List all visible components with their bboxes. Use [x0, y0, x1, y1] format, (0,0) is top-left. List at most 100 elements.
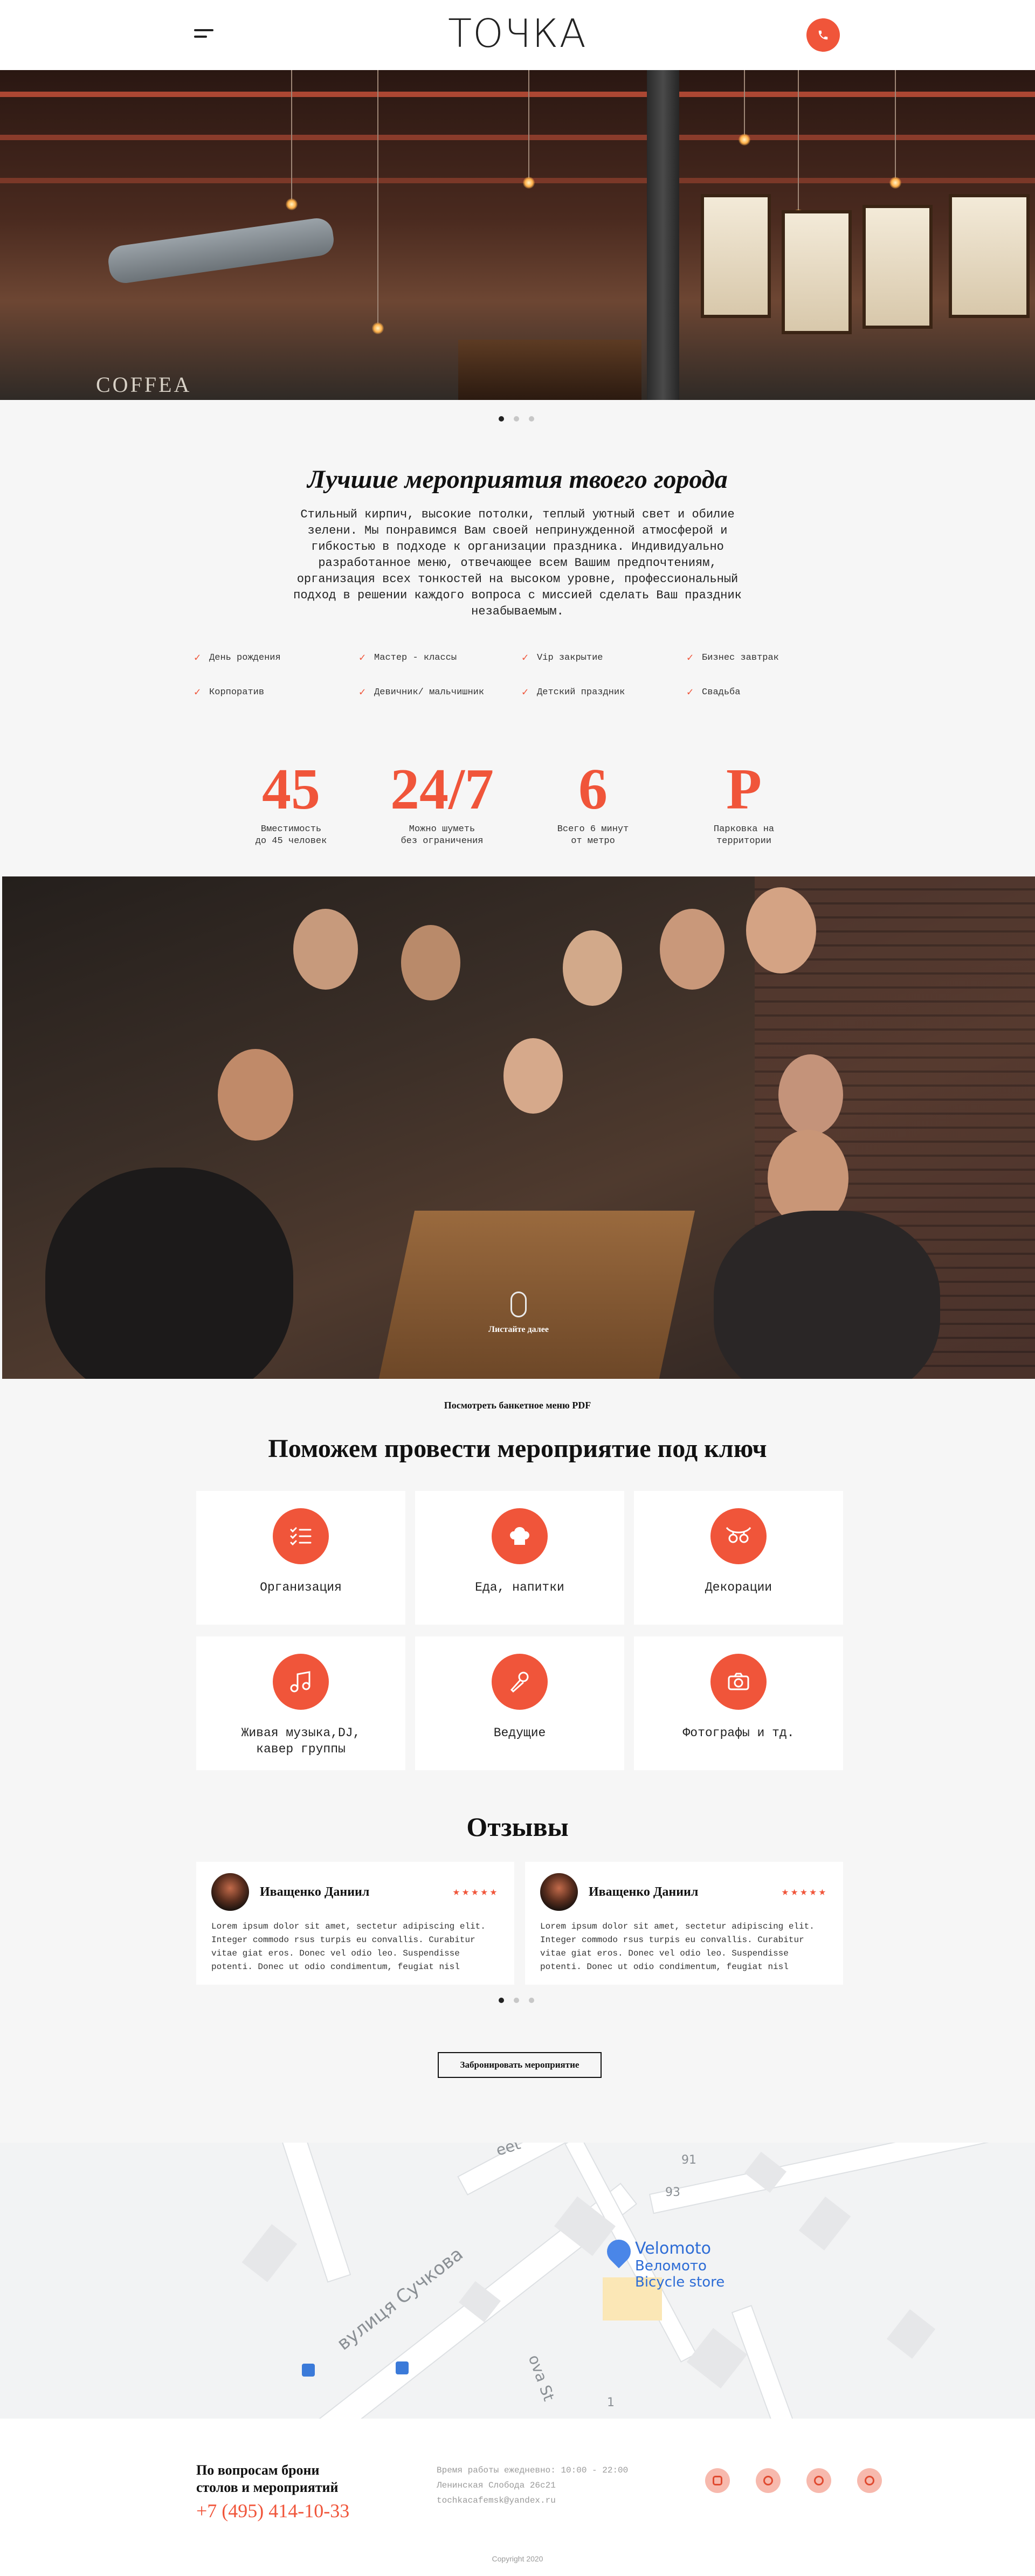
guest — [218, 1049, 293, 1141]
rating-stars-icon: ★★★★★ — [452, 1886, 499, 1899]
ceiling-beam — [0, 178, 1035, 183]
slider-dot[interactable] — [499, 1998, 504, 2003]
service-card-decorations[interactable]: Декорации — [634, 1491, 843, 1625]
feature-item: ✓ Детский праздник — [522, 686, 687, 699]
feature-item: ✓ Свадьба — [687, 686, 852, 699]
slider-dot[interactable] — [499, 416, 504, 422]
email-link[interactable]: tochkacafemsk@yandex.ru — [437, 2493, 628, 2508]
ceiling-beam — [0, 135, 1035, 140]
coffee-sign: COFFEA — [96, 372, 192, 397]
chef-hat-icon — [510, 1527, 529, 1545]
stat-capacity: 45 Вместимость до 45 человек — [216, 761, 367, 847]
lamp-icon — [889, 177, 901, 189]
footer: По вопросам брони столов и мероприятий +… — [0, 2419, 1035, 2576]
whatsapp-icon[interactable] — [806, 2468, 831, 2493]
service-label: Фотографы и тд. — [682, 1726, 795, 1740]
check-icon: ✓ — [687, 687, 694, 699]
menu-board — [782, 210, 852, 334]
service-label: Живая музыка,DJ, кавер группы — [241, 1726, 361, 1756]
about-title: Лучшие мероприятия твоего города — [307, 465, 728, 494]
stat-metro: 6 Всего 6 минут от метро — [518, 761, 668, 847]
banquet-menu-pdf-link[interactable]: Посмотреть банкетное меню PDF — [0, 1400, 1035, 1411]
feature-item: ✓ День рождения — [194, 651, 359, 665]
scroll-hint: Листайте далее — [2, 1292, 1035, 1335]
bus-stop-icon[interactable] — [302, 2364, 315, 2377]
working-hours: Время работы ежедневно: 10:00 - 22:00 — [437, 2465, 629, 2475]
site-logo[interactable]: ТОЧКА — [0, 12, 1035, 55]
services-title: Поможем провести мероприятие под ключ — [268, 1434, 767, 1463]
call-button[interactable] — [806, 18, 840, 52]
menu-board — [862, 205, 933, 329]
stat-parking: P Парковка на территории — [668, 761, 819, 847]
check-icon: ✓ — [359, 687, 366, 699]
guest — [746, 887, 816, 973]
place-label[interactable]: Velomoto Веломото Bicycle store — [635, 2240, 724, 2291]
ventilation-duct — [106, 216, 336, 285]
stat-noise: 24/7 Можно шуметь без ограничения — [367, 761, 518, 847]
review-author: Иващенко Даниил — [589, 1884, 699, 1899]
review-text: Lorem ipsum dolor sit amet, sectetur adi… — [211, 1922, 486, 1972]
stat-number: P — [726, 757, 762, 821]
services-grid: Организация Еда, напитки Декорации Живая… — [196, 1491, 843, 1770]
reviews-slider: Иващенко Даниил ★★★★★ Lorem ipsum dolor … — [196, 1862, 843, 1985]
service-card-organization[interactable]: Организация — [196, 1491, 405, 1625]
address: Ленинская Слобода 26с21 — [437, 2481, 556, 2490]
feature-item: ✓ Девичник/ мальчишник — [359, 686, 522, 699]
menu-board — [701, 194, 771, 318]
slider-dot[interactable] — [514, 1998, 519, 2003]
stat-label: Всего 6 минут от метро — [557, 824, 629, 846]
party-photo: Листайте далее — [2, 876, 1035, 1379]
music-note-icon — [290, 1671, 310, 1693]
service-card-photographers[interactable]: Фотографы и тд. — [634, 1636, 843, 1770]
check-icon: ✓ — [522, 687, 529, 699]
rating-stars-icon: ★★★★★ — [781, 1886, 828, 1899]
review-text: Lorem ipsum dolor sit amet, sectetur adi… — [540, 1922, 815, 1972]
footer-question: По вопросам брони столов и мероприятий — [196, 2462, 339, 2495]
bus-stop-icon[interactable] — [396, 2361, 409, 2374]
book-event-button[interactable]: Забронировать мероприятие — [438, 2052, 602, 2078]
slider-dot[interactable] — [529, 416, 534, 422]
about-text: Стильный кирпич, высокие потолки, теплый… — [293, 508, 742, 618]
stat-label: Вместимость до 45 человек — [255, 824, 327, 846]
review-author: Иващенко Даниил — [260, 1884, 370, 1899]
instagram-icon[interactable] — [705, 2468, 730, 2493]
service-label: Декорации — [705, 1580, 772, 1594]
service-label: Ведущие — [493, 1726, 546, 1740]
stat-label: Парковка на территории — [713, 824, 775, 846]
ceiling-beam — [0, 92, 1035, 97]
slider-dot[interactable] — [529, 1998, 534, 2003]
telegram-icon[interactable] — [756, 2468, 781, 2493]
copyright: Copyright 2020 — [492, 2554, 543, 2563]
stat-label: Можно шуметь без ограничения — [401, 824, 484, 846]
slider-dot[interactable] — [514, 416, 519, 422]
service-label: Еда, напитки — [475, 1580, 564, 1594]
location-map[interactable]: вулиця Сучкова ova St eet 91 93 1 Velomo… — [0, 2143, 1035, 2419]
avatar — [211, 1873, 249, 1911]
check-icon: ✓ — [194, 652, 201, 665]
hero-slider-image: COFFEA — [0, 70, 1035, 400]
check-icon: ✓ — [522, 652, 529, 665]
feature-item: ✓ Бизнес завтрак — [687, 651, 852, 665]
lamp-icon — [286, 198, 298, 210]
guest — [45, 1168, 293, 1379]
reviews-title: Отзывы — [466, 1812, 569, 1842]
stat-number: 24/7 — [390, 757, 494, 821]
microphone-icon — [510, 1672, 529, 1693]
guest — [660, 909, 724, 990]
lamp-icon — [523, 177, 535, 189]
service-label: Организация — [260, 1580, 342, 1594]
mouse-scroll-icon[interactable] — [510, 1292, 527, 1317]
scroll-hint-text: Листайте далее — [488, 1325, 549, 1334]
service-card-music[interactable]: Живая музыка,DJ, кавер группы — [196, 1636, 405, 1770]
viber-icon[interactable] — [857, 2468, 882, 2493]
footer-phone-link[interactable]: +7 (495) 414-10-33 — [196, 2499, 349, 2522]
checklist-icon — [290, 1527, 312, 1546]
service-card-food[interactable]: Еда, напитки — [415, 1491, 624, 1625]
social-links — [705, 2468, 882, 2493]
service-card-hosts[interactable]: Ведущие — [415, 1636, 624, 1770]
stat-number: 45 — [262, 757, 320, 821]
street-label: ova St — [525, 2352, 558, 2404]
check-icon: ✓ — [687, 652, 694, 665]
phone-icon — [818, 30, 828, 40]
feature-item: ✓ Мастер - классы — [359, 651, 522, 665]
